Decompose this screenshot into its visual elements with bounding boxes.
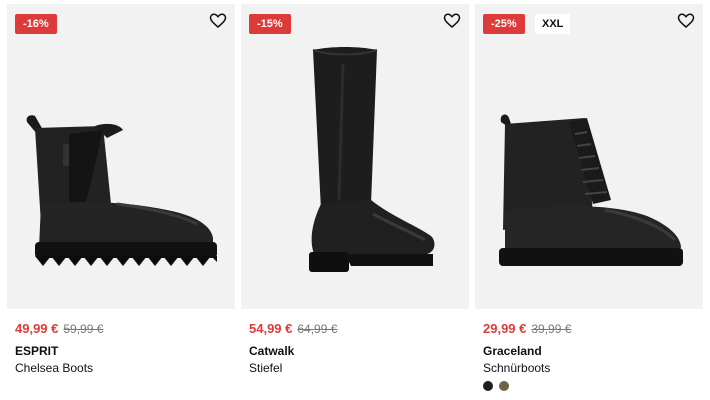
product-image[interactable] <box>241 4 469 309</box>
sale-price: 29,99 € <box>483 321 527 336</box>
tall-boot-image <box>309 47 435 272</box>
chelsea-boot-image <box>26 115 217 266</box>
product-brand: Graceland <box>483 344 542 358</box>
product-image[interactable] <box>7 4 235 309</box>
discount-badge: -16% <box>15 14 57 34</box>
original-price: 59,99 € <box>63 322 104 336</box>
product-brand: ESPRIT <box>15 344 59 358</box>
product-brand: Catwalk <box>249 344 295 358</box>
favorite-heart-icon[interactable] <box>209 12 227 30</box>
sale-price: 54,99 € <box>249 321 293 336</box>
product-image[interactable] <box>475 4 703 309</box>
original-price: 64,99 € <box>297 322 338 336</box>
product-card[interactable]: -15% 54,99 € 64,99 € Catwalk Stiefel <box>241 4 469 396</box>
color-swatch-olive[interactable] <box>499 381 509 391</box>
price-group: 29,99 € 39,99 € <box>483 320 571 338</box>
lace-up-boot-image <box>499 114 683 266</box>
favorite-heart-icon[interactable] <box>677 12 695 30</box>
product-name[interactable]: Schnürboots <box>483 361 550 375</box>
color-swatch-black[interactable] <box>483 381 493 391</box>
size-tag: XXL <box>535 14 571 34</box>
price-group: 54,99 € 64,99 € <box>249 320 337 338</box>
price-group: 49,99 € 59,99 € <box>15 320 103 338</box>
product-name[interactable]: Chelsea Boots <box>15 361 93 375</box>
original-price: 39,99 € <box>531 322 572 336</box>
product-card[interactable]: -16% 49,99 € 59,99 € ESPRIT Chelsea Boots <box>7 4 235 396</box>
product-name[interactable]: Stiefel <box>249 361 282 375</box>
color-swatches <box>483 381 509 391</box>
favorite-heart-icon[interactable] <box>443 12 461 30</box>
product-card[interactable]: -25% XXL 29,99 € 39,99 € Graceland Schnür… <box>475 4 703 396</box>
product-grid: -16% 49,99 € 59,99 € ESPRIT Chelsea Boots <box>0 0 710 400</box>
sale-price: 49,99 € <box>15 321 59 336</box>
discount-badge: -25% <box>483 14 525 34</box>
discount-badge: -15% <box>249 14 291 34</box>
